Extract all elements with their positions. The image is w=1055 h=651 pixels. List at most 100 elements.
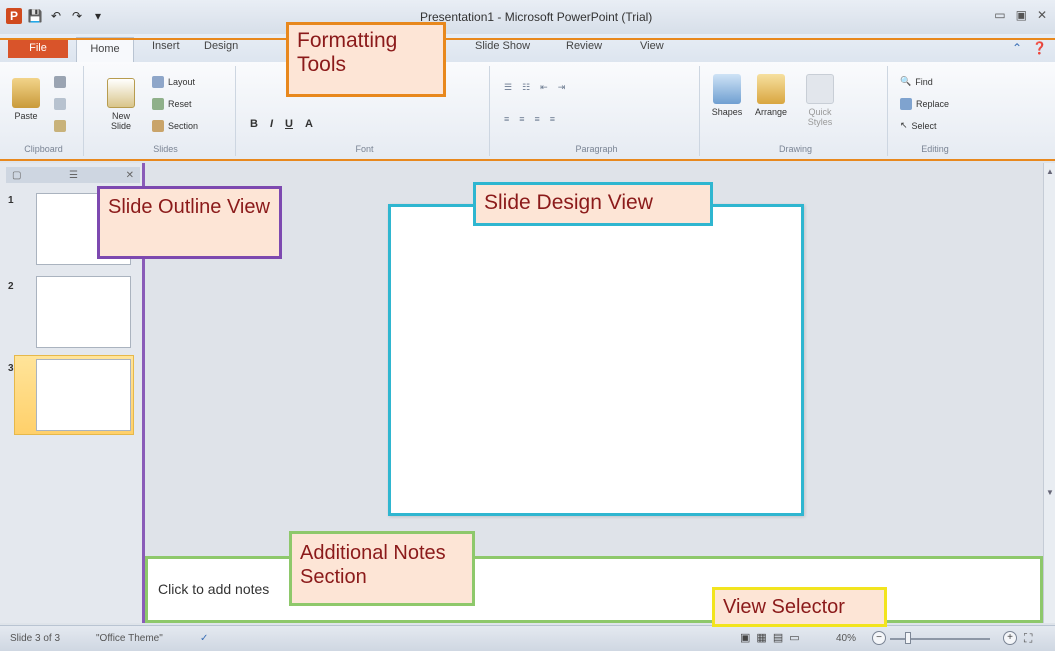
new-slide-button[interactable]: New Slide <box>104 78 138 131</box>
arrange-button[interactable]: Arrange <box>754 74 788 117</box>
reset-icon <box>152 98 164 110</box>
view-selector: ▣ ▦ ▤ ▭ <box>740 631 800 644</box>
reset-button[interactable]: Reset <box>152 98 192 110</box>
minimize-icon[interactable]: ▭ <box>994 8 1005 22</box>
slides-label: Slides <box>153 144 178 154</box>
notes-placeholder: Click to add notes <box>158 581 270 597</box>
copy-button[interactable] <box>54 98 66 110</box>
slide-sorter-view-icon[interactable]: ▦ <box>756 631 766 644</box>
numbering-icon[interactable]: ☷ <box>522 82 530 93</box>
tab-file[interactable]: File <box>8 38 68 58</box>
cursor-icon: ↖ <box>900 120 908 130</box>
callout-view-selector: View Selector <box>712 587 887 627</box>
find-button[interactable]: 🔍 Find <box>900 76 933 87</box>
editing-label: Editing <box>921 144 949 154</box>
thumb-number: 2 <box>8 281 14 292</box>
callout-formatting-tools: Formatting Tools <box>286 22 446 97</box>
tab-home[interactable]: Home <box>76 37 134 62</box>
reading-view-icon[interactable]: ▤ <box>773 631 783 644</box>
tab-slide-show[interactable]: Slide Show <box>475 40 530 52</box>
decrease-indent-icon[interactable]: ⇤ <box>540 82 548 93</box>
section-icon <box>152 120 164 132</box>
fit-slide-icon[interactable]: ⛶ <box>1024 631 1032 646</box>
outline-tab-icon[interactable]: ☰ <box>69 170 78 181</box>
bullets-icon[interactable]: ☰ <box>504 82 512 93</box>
redo-icon[interactable]: ↷ <box>69 8 85 24</box>
cut-button[interactable] <box>54 76 66 88</box>
quick-access-toolbar: P 💾 ↶ ↷ ▾ <box>6 8 106 24</box>
tab-insert[interactable]: Insert <box>152 40 180 52</box>
layout-button[interactable]: Layout <box>152 76 195 88</box>
section-button[interactable]: Section <box>152 120 198 132</box>
scroll-up-icon[interactable]: ▲ <box>1046 167 1054 176</box>
cut-icon <box>54 76 66 88</box>
underline-button[interactable]: U <box>285 118 293 130</box>
editing-group: 🔍 Find Replace ↖ Select Editing <box>892 66 978 156</box>
tab-review[interactable]: Review <box>566 40 602 52</box>
slide-show-view-icon[interactable]: ▭ <box>789 631 799 644</box>
quick-styles-button[interactable]: Quick Styles <box>800 74 840 127</box>
font-format-row: B I U A <box>250 118 313 130</box>
customize-qat-icon[interactable]: ▾ <box>90 8 106 24</box>
thumb-number: 1 <box>8 195 14 206</box>
window-controls: ▭ ▣ ✕ <box>994 8 1047 22</box>
paragraph-group: ☰ ☷ ⇤ ⇥ ≡ ≡ ≡ ≡ Paragraph <box>494 66 700 156</box>
paragraph-row-1: ☰ ☷ ⇤ ⇥ <box>504 82 565 93</box>
format-painter-button[interactable] <box>54 120 66 132</box>
zoom-level[interactable]: 40% <box>836 633 856 644</box>
paragraph-label: Paragraph <box>575 144 618 154</box>
window-title: Presentation1 - Microsoft PowerPoint (Tr… <box>420 10 653 24</box>
callout-slide-design-view: Slide Design View <box>473 182 713 226</box>
slide-canvas[interactable] <box>388 204 804 516</box>
drawing-group: Shapes Arrange Quick Styles Drawing <box>704 66 888 156</box>
align-right-icon[interactable]: ≡ <box>535 114 540 124</box>
pane-tabs: ▢ ☰ ✕ <box>6 167 140 183</box>
justify-icon[interactable]: ≡ <box>550 114 555 124</box>
font-color-button[interactable]: A <box>305 118 313 130</box>
align-left-icon[interactable]: ≡ <box>504 114 509 124</box>
increase-indent-icon[interactable]: ⇥ <box>558 82 566 93</box>
normal-view-icon[interactable]: ▣ <box>740 631 750 644</box>
new-slide-icon <box>107 78 135 108</box>
bold-button[interactable]: B <box>250 118 258 130</box>
callout-additional-notes: Additional Notes Section <box>289 531 475 606</box>
zoom-out-button[interactable]: − <box>872 631 886 645</box>
formatting-tools-border-top <box>0 38 1055 40</box>
tab-design[interactable]: Design <box>204 40 238 52</box>
formatting-tools-border-bottom <box>0 159 1055 161</box>
pane-close-icon[interactable]: ✕ <box>126 170 134 181</box>
notes-pane[interactable]: Click to add notes <box>145 556 1043 623</box>
powerpoint-logo-icon[interactable]: P <box>6 8 22 24</box>
tab-view[interactable]: View <box>640 40 664 52</box>
drawing-label: Drawing <box>778 144 812 154</box>
binoculars-icon: 🔍 <box>900 76 912 86</box>
italic-button[interactable]: I <box>270 118 273 130</box>
replace-button[interactable]: Replace <box>900 98 949 110</box>
title-bar: P 💾 ↶ ↷ ▾ Presentation1 - Microsoft Powe… <box>0 0 1055 34</box>
save-icon[interactable]: 💾 <box>27 8 43 24</box>
minimize-ribbon-icon[interactable]: ⌃ <box>1012 41 1022 55</box>
copy-icon <box>54 98 66 110</box>
status-bar: Slide 3 of 3 "Office Theme" ✓ ▣ ▦ ▤ ▭ 40… <box>0 625 1055 651</box>
shapes-button[interactable]: Shapes <box>710 74 744 117</box>
select-button[interactable]: ↖ Select <box>900 120 937 131</box>
spell-check-icon[interactable]: ✓ <box>200 633 208 644</box>
zoom-in-button[interactable]: + <box>1003 631 1017 645</box>
scroll-down-icon[interactable]: ▼ <box>1046 488 1054 497</box>
align-center-icon[interactable]: ≡ <box>519 114 524 124</box>
zoom-slider-thumb[interactable] <box>905 632 911 644</box>
paste-button[interactable]: Paste <box>10 78 42 121</box>
thumb-number: 3 <box>8 363 14 374</box>
ribbon-help: ⌃ ❓ <box>1012 41 1047 55</box>
help-icon[interactable]: ❓ <box>1032 41 1047 55</box>
ribbon: Paste Clipboard New Slide Layout Reset S… <box>0 62 1055 160</box>
slides-tab-icon[interactable]: ▢ <box>12 170 21 181</box>
close-icon[interactable]: ✕ <box>1037 8 1047 22</box>
slide-thumbnail-selected[interactable] <box>36 359 131 431</box>
vertical-scrollbar[interactable]: ▲ ▼ <box>1043 163 1055 623</box>
slide-count: Slide 3 of 3 <box>10 633 61 644</box>
maximize-icon[interactable]: ▣ <box>1016 8 1027 22</box>
layout-icon <box>152 76 164 88</box>
undo-icon[interactable]: ↶ <box>48 8 64 24</box>
slide-thumbnail[interactable] <box>36 276 131 348</box>
